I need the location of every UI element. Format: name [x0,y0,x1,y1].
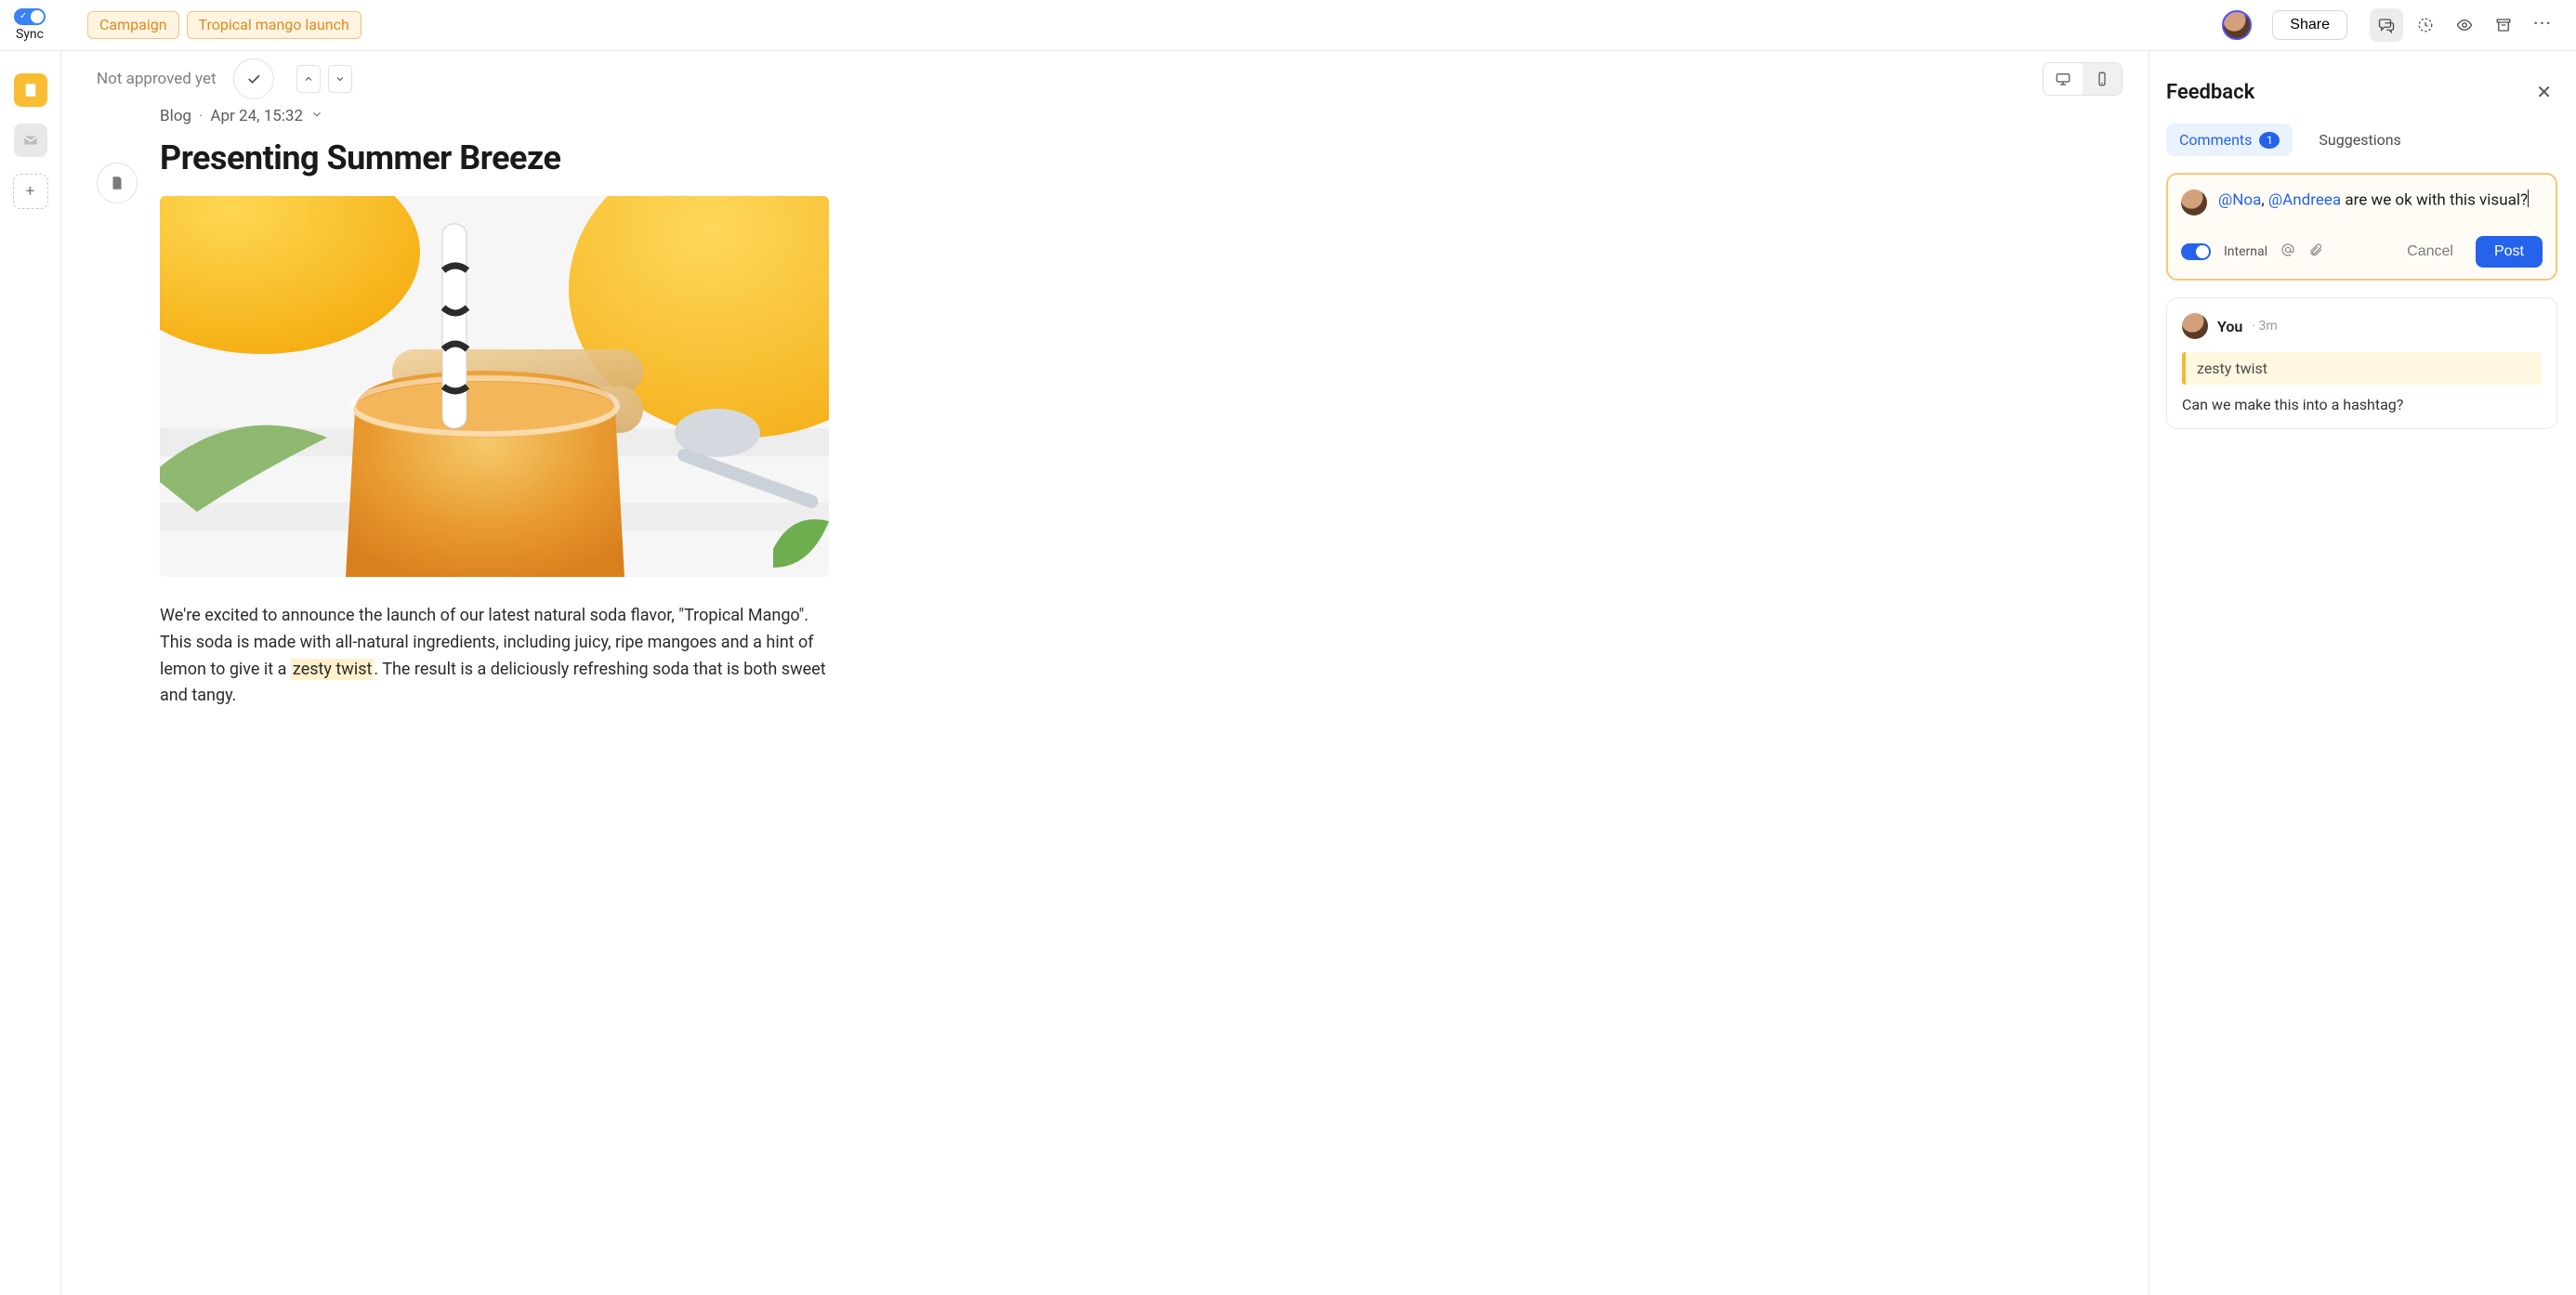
device-desktop-button[interactable] [2044,63,2083,95]
composer-input[interactable]: @Noa, @Andreea are we ok with this visua… [2218,190,2543,212]
nav-down-button[interactable] [328,65,352,93]
internal-label: Internal [2224,244,2267,259]
page-title: Presenting Summer Breeze [160,138,829,177]
comment-composer: @Noa, @Andreea are we ok with this visua… [2166,173,2557,281]
body-text: We're excited to announce the launch of … [160,603,829,710]
editor-toolbar: Not approved yet [61,51,2149,107]
tab-comments[interactable]: Comments 1 [2166,124,2293,156]
sync: Sync [7,8,52,42]
post-channel: Blog [160,107,191,125]
body-highlight: zesty twist [291,659,374,680]
tab-suggestions[interactable]: Suggestions [2306,124,2413,156]
cancel-button[interactable]: Cancel [2398,238,2463,266]
approval-status: Not approved yet [97,70,217,88]
approve-button[interactable] [233,59,274,99]
feedback-panel: Feedback ✕ Comments 1 Suggestions @Noa, … [2149,51,2576,1295]
editor: Not approved yet [61,51,2149,1295]
attachment-icon[interactable] [2308,242,2323,261]
hero-image [160,196,829,577]
left-rail: + [0,51,61,1295]
add-channel-button[interactable]: + [13,174,48,209]
comment-card[interactable]: You · 3m zesty twist Can we make this in… [2166,297,2557,429]
comments-icon[interactable] [2370,8,2403,42]
comments-count-badge: 1 [2259,132,2280,149]
comment-quote: zesty twist [2182,352,2542,385]
composer-avatar [2181,190,2207,216]
sync-label: Sync [16,27,44,42]
close-icon[interactable]: ✕ [2530,77,2557,107]
avatar[interactable] [2222,10,2252,40]
channel-blog-button[interactable] [14,73,47,107]
tag-campaign[interactable]: Campaign [87,11,179,38]
nav-up-button[interactable] [296,65,321,93]
post-meta: Blog · Apr 24, 15:32 [160,107,829,125]
share-button[interactable]: Share [2272,10,2347,40]
mention-icon[interactable] [2280,242,2295,261]
preview-icon[interactable] [2448,8,2481,42]
sync-toggle[interactable] [14,8,46,25]
comment-author: You [2217,318,2242,335]
more-icon[interactable]: ··· [2526,8,2559,42]
channel-email-button[interactable] [14,124,47,157]
panel-title: Feedback [2166,81,2254,104]
device-mobile-button[interactable] [2083,63,2122,95]
comment-avatar [2182,313,2208,339]
tag-launch[interactable]: Tropical mango launch [187,11,361,38]
post-button[interactable]: Post [2476,236,2543,268]
tags: Campaign Tropical mango launch [87,11,361,38]
document-marker-icon[interactable] [97,163,138,203]
comment-body: Can we make this into a hashtag? [2182,396,2542,413]
post-time: Apr 24, 15:32 [210,107,303,125]
archive-icon[interactable] [2487,8,2520,42]
internal-toggle[interactable] [2181,243,2211,260]
meta-dropdown[interactable] [310,107,323,125]
history-icon[interactable] [2409,8,2442,42]
topbar: Sync Campaign Tropical mango launch Shar… [0,0,2576,51]
